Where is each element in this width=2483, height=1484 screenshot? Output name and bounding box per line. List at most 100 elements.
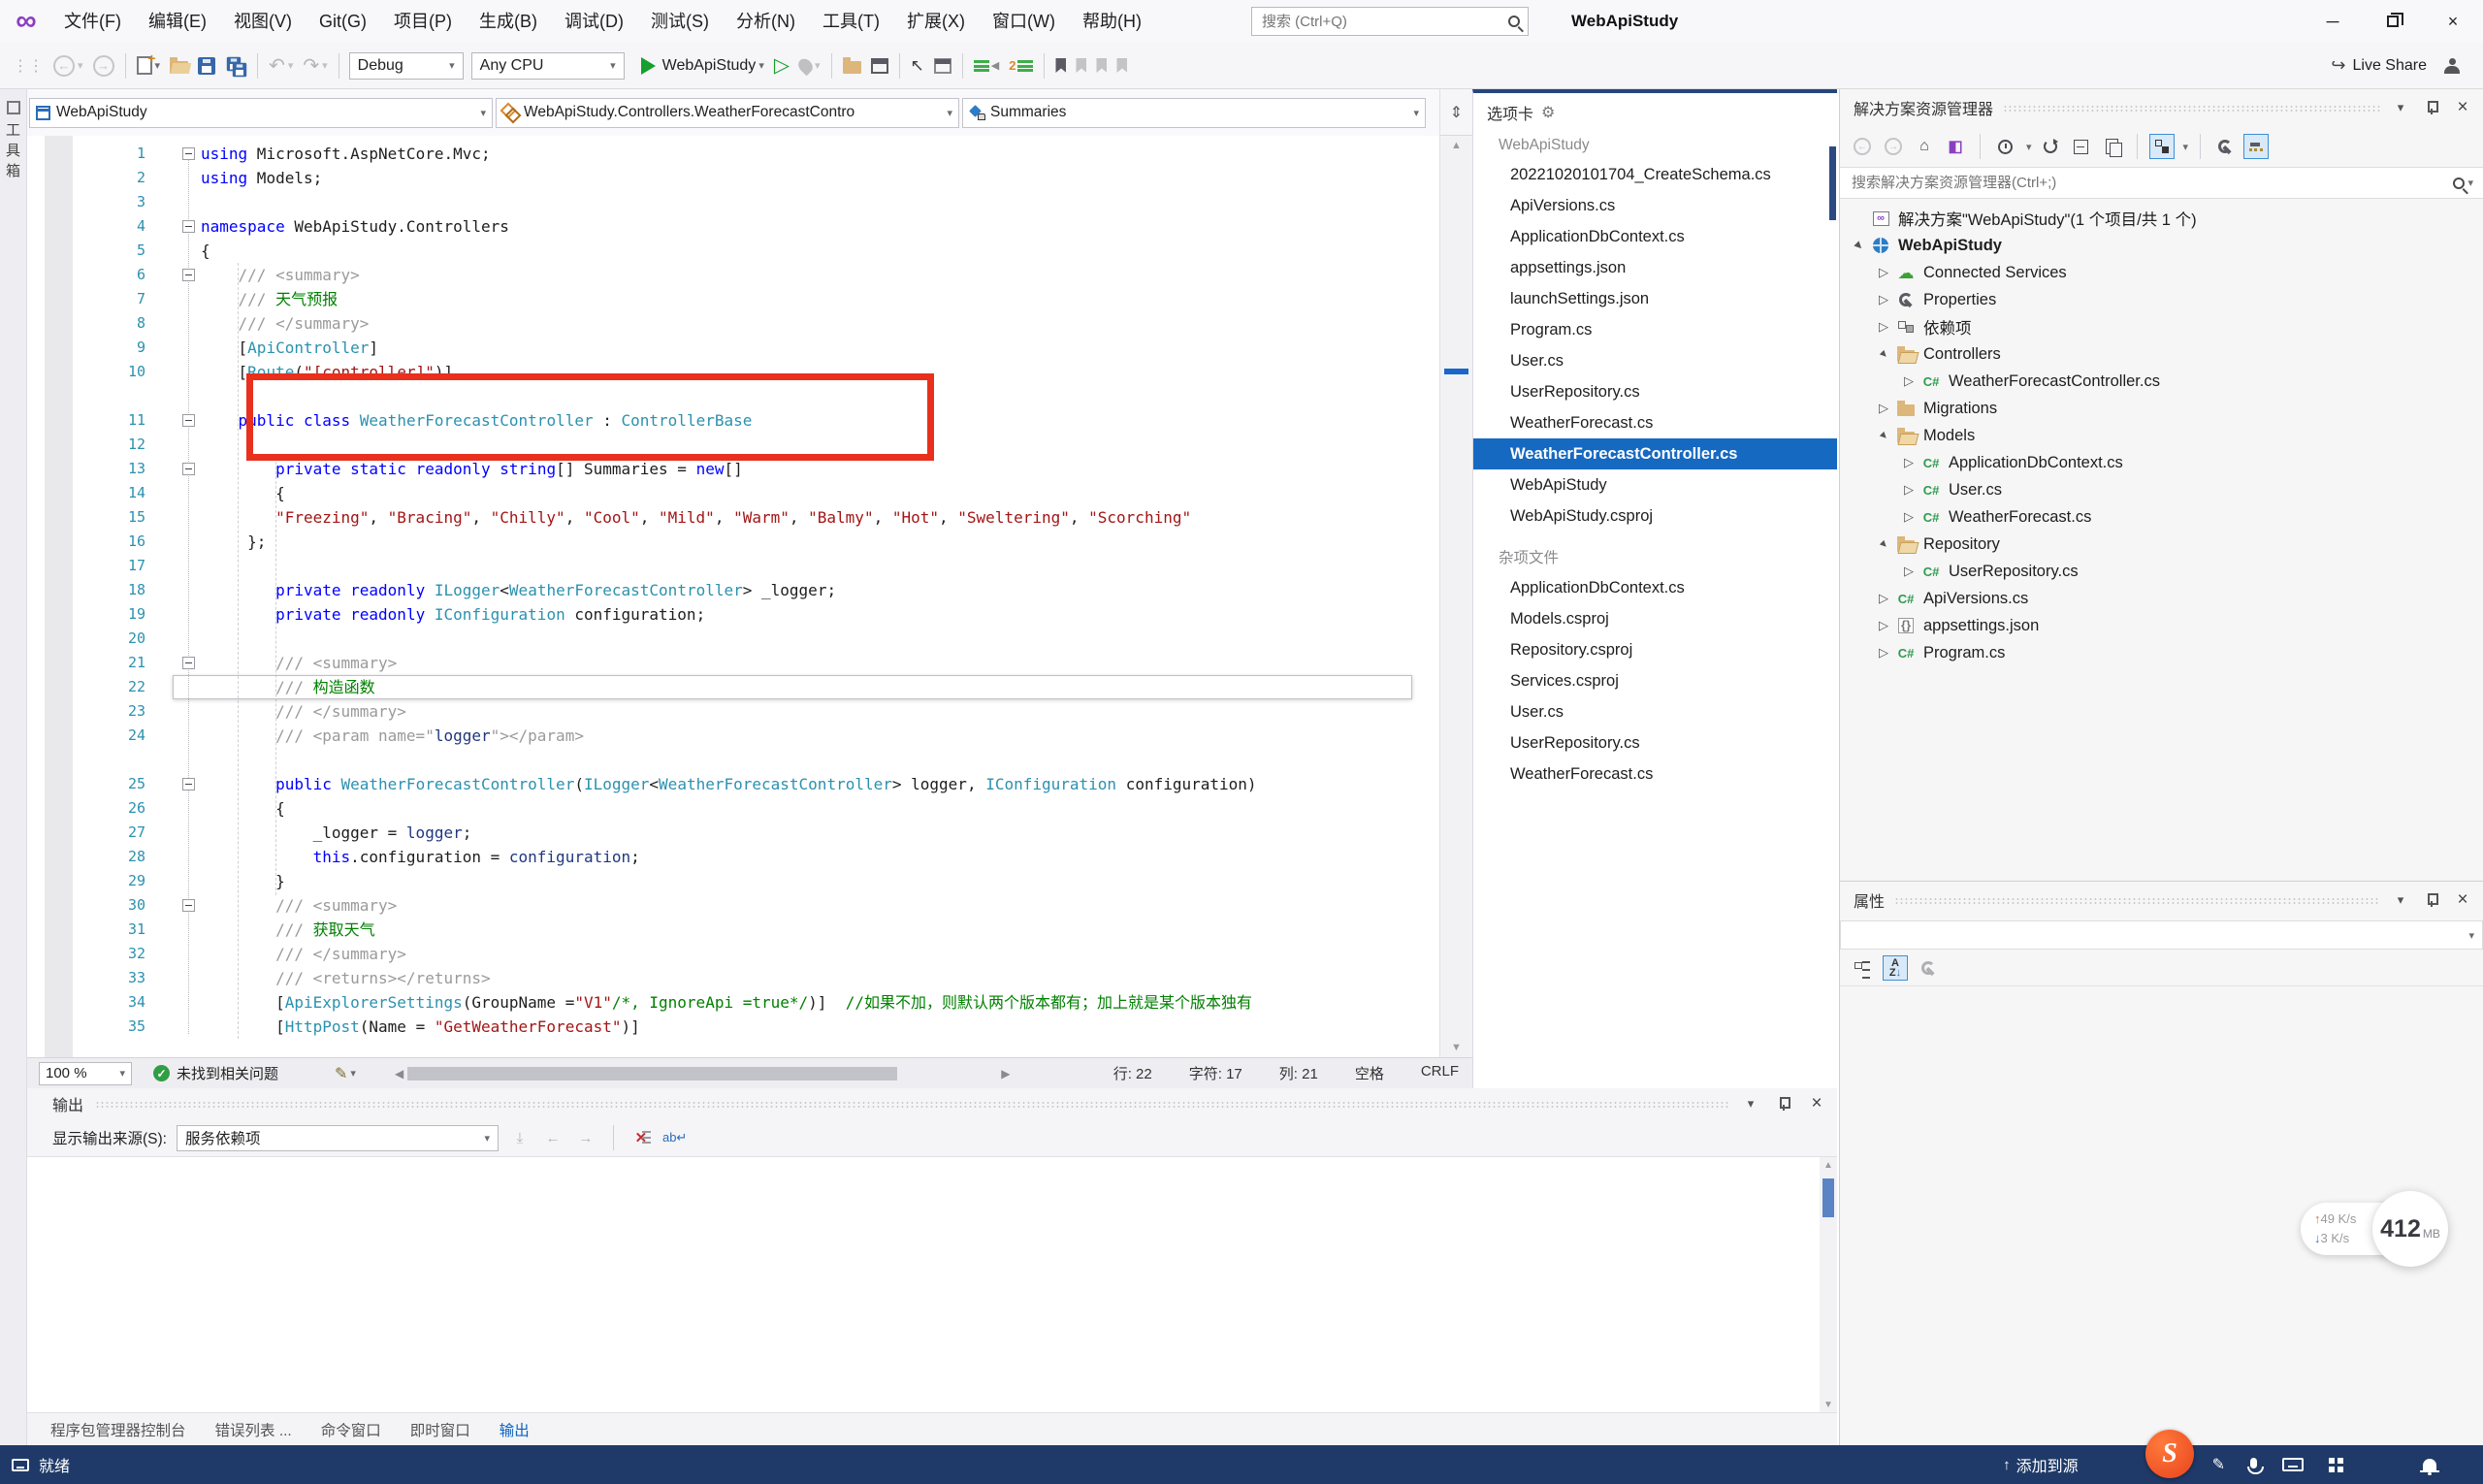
fold-collapse-box[interactable] — [182, 778, 195, 790]
properties-object-dropdown[interactable]: ▾ — [1840, 920, 2483, 950]
memory-usage-overlay[interactable]: 412 MB — [2372, 1191, 2448, 1267]
toolbar-grip[interactable]: ⋮⋮ — [10, 51, 47, 81]
document-tab-item[interactable]: Repository.csproj — [1473, 634, 1837, 665]
alphabetical-sort-button[interactable]: A Z↓ — [1883, 954, 1908, 981]
menu-item-10[interactable]: 扩展(X) — [893, 0, 979, 43]
status-eol[interactable]: CRLF — [1421, 1063, 1459, 1083]
code-line[interactable]: 28 this.configuration = configuration; — [27, 845, 1439, 869]
code-line[interactable]: 22 /// 构造函数 — [27, 675, 1439, 699]
navigate-back-button[interactable]: ← ▾ — [50, 51, 86, 81]
code-line[interactable]: 31 /// 获取天气 — [27, 918, 1439, 942]
code-line[interactable]: 25 public WeatherForecastController(ILog… — [27, 772, 1439, 796]
menu-item-0[interactable]: 文件(F) — [50, 0, 135, 43]
indent-decrease-button[interactable]: ◀ — [971, 51, 1002, 81]
search-options-chevron[interactable]: ▾ — [2467, 177, 2473, 189]
tool-window-tab[interactable]: 即时窗口 — [410, 1419, 470, 1440]
close-panel-button[interactable]: × — [2452, 97, 2473, 118]
code-gap-row[interactable] — [27, 748, 1439, 772]
code-line[interactable]: 26 { — [27, 796, 1439, 821]
show-all-files-button[interactable] — [2243, 134, 2270, 159]
property-pages-button[interactable] — [1916, 955, 1941, 981]
document-tab-item[interactable]: appsettings.json — [1473, 252, 1837, 283]
toolbox-vertical-tab[interactable]: 工具箱 — [0, 101, 26, 179]
back-button[interactable]: ← — [1850, 134, 1875, 159]
clear-all-button[interactable]: ✕ — [629, 1126, 653, 1149]
tree-item[interactable]: ▷ 依赖项 — [1840, 313, 2483, 340]
code-line[interactable]: 34 [ApiExplorerSettings(GroupName ="V1"/… — [27, 990, 1439, 1015]
document-tab-item[interactable]: User.cs — [1473, 345, 1837, 376]
collapse-all-button[interactable] — [2069, 134, 2094, 159]
chevron-collapsed-icon[interactable]: ▷ — [1873, 292, 1894, 307]
home-button[interactable]: ⌂ — [1912, 134, 1937, 159]
code-area[interactable]: 1 using Microsoft.AspNetCore.Mvc; 2 using M… — [27, 136, 1439, 1057]
tree-item[interactable]: ▷ Migrations — [1840, 395, 2483, 422]
open-file-button[interactable] — [167, 51, 191, 81]
previous-bookmark-button[interactable] — [1073, 51, 1089, 81]
navigate-forward-button[interactable]: → — [90, 51, 117, 81]
gear-icon[interactable]: ⚙ — [1541, 103, 1555, 122]
quick-search-box[interactable] — [1251, 7, 1529, 36]
document-tab-item[interactable]: ApiVersions.cs — [1473, 190, 1837, 221]
document-tab-item[interactable]: WebApiStudy.csproj — [1473, 500, 1837, 532]
code-line[interactable]: 32 /// </summary> — [27, 942, 1439, 966]
tree-item[interactable]: ▷ C# ApiVersions.cs — [1840, 585, 2483, 612]
scroll-down-arrow[interactable]: ▼ — [1440, 1038, 1472, 1057]
filter-chevron[interactable]: ▾ — [2026, 141, 2032, 153]
code-line[interactable]: 20 — [27, 627, 1439, 651]
switch-views-button[interactable]: ◧ — [1943, 134, 1968, 159]
sync-with-active-document-button[interactable] — [2148, 134, 2175, 159]
tree-item[interactable]: ▷{} appsettings.json — [1840, 612, 2483, 639]
minimize-button[interactable]: ─ — [2303, 0, 2363, 43]
editor-vertical-scrollbar[interactable]: ⇕ ▲ ▼ — [1439, 89, 1472, 1057]
fold-collapse-box[interactable] — [182, 657, 195, 669]
output-header[interactable]: 输出 ▾ × — [27, 1088, 1837, 1119]
tree-item[interactable]: ▷ C# User.cs — [1840, 476, 2483, 503]
output-scrollbar[interactable]: ▲ ▼ — [1820, 1157, 1837, 1412]
terminal-button[interactable] — [868, 51, 891, 81]
code-line[interactable]: 27 _logger = logger; — [27, 821, 1439, 845]
chevron-expanded-icon[interactable]: ▾ — [1871, 423, 1897, 449]
document-tab-item[interactable]: WeatherForecast.cs — [1473, 758, 1837, 790]
clear-bookmarks-button[interactable] — [1113, 51, 1130, 81]
feedback-person-icon[interactable] — [2444, 57, 2460, 74]
panel-menu-chevron[interactable]: ▾ — [2390, 889, 2411, 911]
fold-collapse-box[interactable] — [182, 899, 195, 912]
code-line[interactable]: 8 /// </summary> — [27, 311, 1439, 336]
menu-item-4[interactable]: 项目(P) — [380, 0, 466, 43]
new-project-button[interactable]: ▾ — [134, 50, 164, 81]
scroll-up-arrow[interactable]: ▲ — [1440, 136, 1472, 155]
navigate-to-file-button[interactable] — [931, 51, 954, 81]
project-dropdown[interactable]: WebApiStudy ▾ — [29, 97, 493, 128]
code-line[interactable]: 33 /// <returns></returns> — [27, 966, 1439, 990]
code-line[interactable]: 15 "Freezing", "Bracing", "Chilly", "Coo… — [27, 505, 1439, 530]
pin-button[interactable] — [2421, 97, 2442, 118]
hscroll-thumb[interactable] — [407, 1066, 898, 1081]
menu-item-7[interactable]: 测试(S) — [637, 0, 723, 43]
tree-item[interactable]: ▾ Repository — [1840, 531, 2483, 558]
hot-reload-button[interactable]: ▾ — [795, 51, 823, 81]
tool-window-tab[interactable]: 输出 — [500, 1419, 530, 1440]
editor-horizontal-scrollbar[interactable] — [407, 1065, 998, 1081]
menu-item-3[interactable]: Git(G) — [306, 0, 380, 43]
menu-item-8[interactable]: 分析(N) — [723, 0, 809, 43]
solution-configuration-dropdown[interactable]: Debug ▾ — [348, 51, 464, 80]
document-tab-item[interactable]: 20221020101704_CreateSchema.cs — [1473, 159, 1837, 190]
refresh-button[interactable] — [2038, 134, 2063, 159]
chevron-collapsed-icon[interactable]: ▷ — [1873, 591, 1894, 606]
chevron-collapsed-icon[interactable]: ▷ — [1898, 482, 1919, 498]
preview-selected-button[interactable] — [2100, 134, 2125, 159]
code-line[interactable]: 2 using Models; — [27, 166, 1439, 190]
next-message-button[interactable]: → — [574, 1126, 597, 1149]
code-line[interactable]: 7 /// 天气预报 — [27, 287, 1439, 311]
restore-button[interactable] — [2363, 0, 2423, 43]
code-editor[interactable]: WebApiStudy ▾ WebApiStudy.Controllers.Wea… — [27, 89, 1439, 1057]
code-line[interactable]: 1 using Microsoft.AspNetCore.Mvc; — [27, 142, 1439, 166]
screen-recorder-logo[interactable]: S — [2145, 1430, 2194, 1478]
code-line[interactable]: 35 [HttpPost(Name = "GetWeatherForecast"… — [27, 1015, 1439, 1039]
notification-bell-icon[interactable] — [2420, 1459, 2466, 1475]
chevron-collapsed-icon[interactable]: ▷ — [1898, 455, 1919, 470]
tree-item[interactable]: ▾ WebApiStudy — [1840, 232, 2483, 259]
tree-item[interactable]: ▷ C# Program.cs — [1840, 639, 2483, 666]
scroll-down-arrow[interactable]: ▼ — [1820, 1397, 1837, 1412]
document-tab-item[interactable]: ApplicationDbContext.cs — [1473, 572, 1837, 603]
